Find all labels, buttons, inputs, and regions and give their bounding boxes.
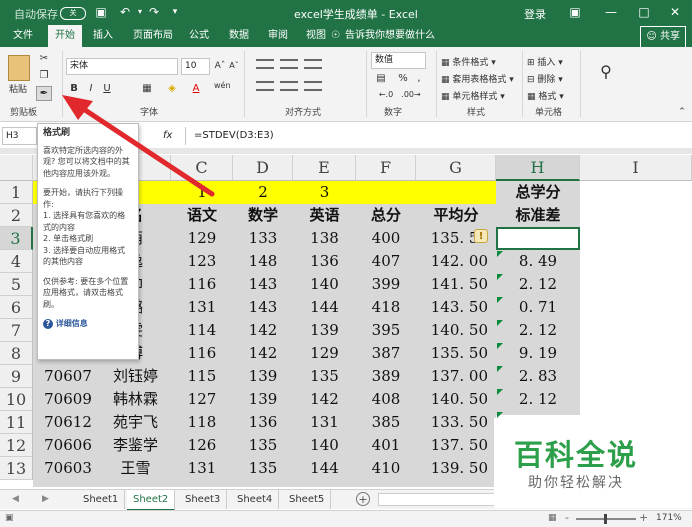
add-sheet-icon[interactable]: +	[356, 492, 370, 506]
watermark-title: 百科全说	[514, 438, 639, 472]
sheet-tab-sheet1[interactable]: Sheet1	[77, 490, 126, 509]
sheet-tab-sheet5[interactable]: Sheet5	[283, 490, 332, 509]
watermark: 百科全说 助你轻松解决	[494, 418, 692, 508]
zoom-out-button[interactable]: -	[565, 511, 569, 524]
scroll-right-icon[interactable]: ▶	[42, 494, 49, 504]
zoom-level[interactable]: 171%	[656, 513, 682, 523]
zoom-slider-thumb[interactable]	[604, 514, 607, 524]
sheet-tab-sheet3[interactable]: Sheet3	[179, 490, 228, 509]
watermark-subtitle: 助你轻松解决	[528, 475, 624, 491]
zoom-in-button[interactable]: +	[639, 511, 648, 524]
normal-view-icon[interactable]: ▦	[548, 513, 557, 523]
sheet-tab-sheet4[interactable]: Sheet4	[231, 490, 280, 509]
sheet-tab-sheet2[interactable]: Sheet2	[127, 490, 176, 511]
macro-icon[interactable]: ▣	[5, 513, 14, 523]
scroll-left-icon[interactable]: ◀	[12, 494, 19, 504]
status-bar: ▣ ▦ - + 171%	[0, 510, 692, 527]
